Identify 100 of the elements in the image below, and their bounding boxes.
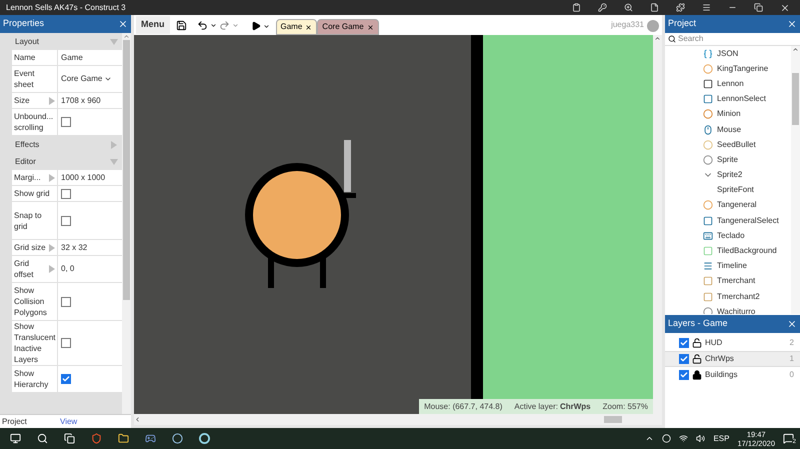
object-item[interactable]: TiledBackground xyxy=(717,245,777,258)
language-indicator[interactable]: ESP xyxy=(713,432,730,444)
close-icon[interactable] xyxy=(118,19,128,29)
scroll-thumb[interactable] xyxy=(604,416,622,423)
zoom-icon[interactable] xyxy=(624,3,633,12)
layout-tab[interactable]: Core Game xyxy=(317,19,379,35)
close-icon[interactable] xyxy=(787,319,797,329)
scrollbar[interactable] xyxy=(122,33,131,414)
layer-row[interactable]: ChrWps 1 xyxy=(665,351,800,367)
section-header[interactable]: Layout xyxy=(12,33,122,50)
section-label: Effects xyxy=(14,138,40,150)
object-item[interactable]: SeedBullet xyxy=(717,138,756,151)
object-item[interactable]: Timeline xyxy=(717,260,747,272)
checkbox[interactable] xyxy=(679,370,689,380)
menu-icon[interactable] xyxy=(702,3,711,12)
view-link[interactable]: View xyxy=(60,416,78,426)
file-icon[interactable] xyxy=(650,3,659,12)
property-value[interactable]: 0, 0 xyxy=(61,263,74,275)
layer-number: 0 xyxy=(790,369,794,381)
lock-icon[interactable] xyxy=(692,370,702,380)
property-label: Name xyxy=(14,52,36,63)
caret-icon[interactable] xyxy=(262,22,270,30)
object-item[interactable]: JSON xyxy=(717,48,738,60)
object-item[interactable]: Sprite2 xyxy=(717,169,742,182)
username: juega331 xyxy=(611,19,644,31)
unlocked-icon[interactable] xyxy=(692,354,702,364)
object-item[interactable]: Tmerchant xyxy=(717,275,756,288)
task-view-icon[interactable] xyxy=(64,433,75,444)
scroll-up-icon[interactable] xyxy=(792,46,799,53)
close-icon[interactable] xyxy=(366,24,374,30)
checkbox[interactable] xyxy=(61,338,71,348)
object-item[interactable]: Lennon xyxy=(717,78,744,90)
property-value[interactable]: 32 x 32 xyxy=(61,242,88,254)
object-item[interactable]: Tangeneral xyxy=(717,199,757,212)
scrollbar[interactable] xyxy=(653,35,662,414)
section-header[interactable]: Effects xyxy=(12,136,122,153)
object-item[interactable]: KingTangerine xyxy=(717,62,768,75)
checkbox[interactable] xyxy=(61,374,71,384)
scroll-left-icon[interactable] xyxy=(134,416,141,423)
close-icon[interactable] xyxy=(780,2,790,12)
clipboard-icon[interactable] xyxy=(572,3,581,12)
folder-icon[interactable] xyxy=(118,433,129,444)
event-sheet-dropdown[interactable]: Core Game xyxy=(61,73,112,85)
active-layer-label: Active layer: xyxy=(514,400,558,412)
tray-caret-icon[interactable] xyxy=(645,434,654,443)
volume-icon[interactable] xyxy=(696,434,706,443)
property-label: Unbound... scrolling xyxy=(14,111,54,133)
scroll-thumb[interactable] xyxy=(123,40,130,300)
object-item[interactable]: Minion xyxy=(717,108,741,120)
close-icon[interactable] xyxy=(787,19,797,29)
object-item[interactable]: Wachiturro xyxy=(717,306,756,314)
play-icon[interactable] xyxy=(250,21,260,31)
checkbox[interactable] xyxy=(679,338,689,348)
scroll-up-icon[interactable] xyxy=(654,35,661,42)
gamepad-icon[interactable] xyxy=(145,433,156,444)
scrollbar[interactable] xyxy=(134,414,662,425)
undo-icon[interactable] xyxy=(196,20,208,31)
property-value[interactable]: Game xyxy=(61,52,83,64)
key-icon[interactable] xyxy=(598,3,607,12)
layout-tab[interactable]: Game xyxy=(276,19,318,35)
object-item[interactable]: LennonSelect xyxy=(717,93,766,106)
checkbox[interactable] xyxy=(61,117,71,127)
scroll-up-icon[interactable] xyxy=(123,33,130,40)
property-value[interactable]: 1708 x 960 xyxy=(61,94,101,106)
layer-name: HUD xyxy=(705,337,722,349)
checkbox[interactable] xyxy=(61,188,71,198)
search-icon[interactable] xyxy=(37,433,48,444)
app-icon[interactable] xyxy=(199,433,210,444)
menu-button[interactable]: Menu xyxy=(136,16,170,34)
property-label: Show grid xyxy=(14,188,50,199)
property-label: Show Translucent Inactive Layers xyxy=(14,321,56,365)
checkbox[interactable] xyxy=(679,354,689,364)
restore-icon[interactable] xyxy=(754,3,763,12)
layer-number: 2 xyxy=(790,337,794,349)
checkbox[interactable] xyxy=(61,216,71,226)
search-field[interactable]: Search xyxy=(678,33,778,45)
object-item[interactable]: Teclado xyxy=(717,230,745,242)
object-item[interactable]: TangeneralSelect xyxy=(717,214,779,227)
close-icon[interactable] xyxy=(305,24,312,30)
property-label: Show Hierarchy xyxy=(14,368,50,390)
section-header[interactable]: Editor xyxy=(12,153,122,170)
puzzle-icon[interactable] xyxy=(676,3,685,12)
shield-icon[interactable] xyxy=(91,433,102,444)
object-item[interactable]: Sprite xyxy=(717,154,738,166)
caret-icon[interactable] xyxy=(210,22,216,29)
unlocked-icon[interactable] xyxy=(692,338,702,348)
object-item[interactable]: Tmerchant2 xyxy=(717,290,760,303)
save-icon[interactable] xyxy=(176,20,186,31)
panel-title: Layers - Game xyxy=(668,317,728,330)
scrollbar[interactable] xyxy=(791,46,800,314)
network-icon[interactable] xyxy=(679,434,688,443)
layer-row[interactable]: Buildings 0 xyxy=(665,367,800,383)
checkbox[interactable] xyxy=(61,296,71,306)
object-item[interactable]: Mouse xyxy=(717,124,742,136)
property-label: Grid offset xyxy=(14,258,34,280)
scroll-thumb[interactable] xyxy=(792,73,799,125)
layer-row[interactable]: HUD 2 xyxy=(665,335,800,351)
notification-icon[interactable] xyxy=(783,433,794,444)
object-item[interactable]: SpriteFont xyxy=(717,184,754,196)
property-value[interactable]: 1000 x 1000 xyxy=(61,172,106,184)
